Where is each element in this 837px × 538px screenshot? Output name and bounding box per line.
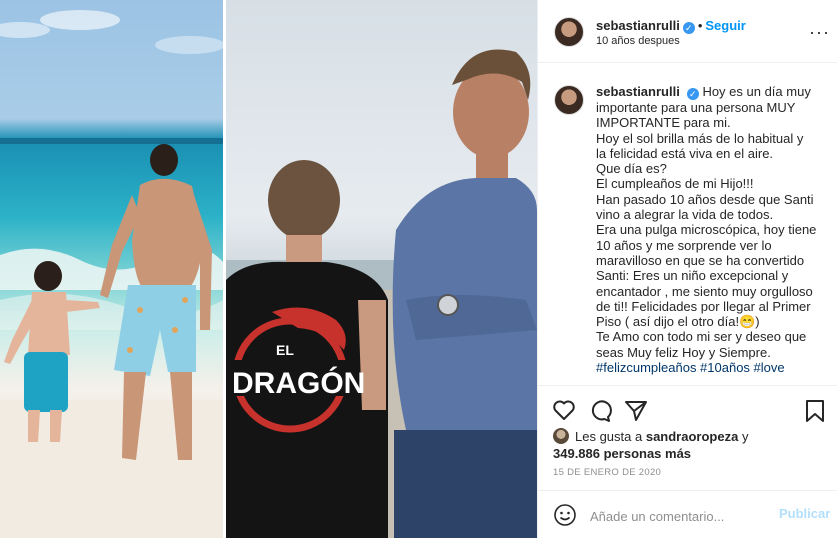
beach-photo: [0, 0, 223, 538]
liker-username[interactable]: sandraoropeza: [646, 429, 738, 444]
comment-input[interactable]: [588, 506, 777, 526]
beach-scene: [0, 10, 223, 538]
post-date[interactable]: 15 DE ENERO DE 2020: [553, 467, 661, 478]
share-icon[interactable]: [624, 399, 648, 428]
username-link[interactable]: sebastianrulli: [596, 18, 680, 33]
caption-line: IMPORTANTE para mi.: [596, 115, 731, 131]
action-bar: [538, 395, 837, 425]
caption-line: Que día es?: [596, 161, 667, 177]
caption-avatar[interactable]: [554, 85, 584, 115]
caption-line: Santi: Eres un niño excepcional y: [596, 268, 789, 284]
caption-line: Era una pulga microscópica, hoy tiene: [596, 222, 817, 238]
publish-button[interactable]: Publicar: [779, 506, 830, 521]
caption-line: Piso ( así dijo el otro día!😁): [596, 314, 760, 330]
caption-line: Hoy es un día muy: [702, 84, 811, 99]
bookmark-icon[interactable]: [804, 399, 826, 428]
caption-line: la felicidad está viva en el aire.: [596, 145, 774, 161]
jersey-text-main: DRAGÓN: [232, 366, 365, 400]
liker-avatar[interactable]: [553, 428, 569, 444]
verified-badge-icon: ✓: [686, 88, 699, 100]
post-image[interactable]: EL DRAGÓN: [0, 0, 537, 538]
portrait-photo: EL DRAGÓN: [226, 0, 537, 538]
caption-line: encantador , me siento muy orgulloso: [596, 283, 813, 299]
header-line: sebastianrulli ✓ • Seguir: [596, 17, 746, 35]
likes-connector: y: [741, 429, 749, 444]
more-options-icon[interactable]: ···: [809, 22, 830, 43]
caption-line: importante para una persona MUY: [596, 100, 796, 115]
emoji-icon[interactable]: [553, 503, 577, 532]
caption-line: Hoy el sol brilla más de lo habitual y: [596, 130, 804, 146]
avatar[interactable]: [554, 17, 584, 47]
post-sidebar: sebastianrulli ✓ • Seguir 10 años despues ·…: [537, 0, 837, 538]
separator-dot: •: [697, 18, 703, 33]
caption-line: El cumpleaños de mi Hijo!!!: [596, 176, 754, 192]
caption-text: sebastianrulli ✓ Hoy es un día muy import…: [596, 84, 828, 375]
caption-line: vino a alegrar la vida de todos.: [596, 207, 774, 223]
heart-icon[interactable]: [552, 399, 576, 426]
follow-button[interactable]: Seguir: [705, 18, 745, 33]
comment-form: Publicar: [538, 490, 837, 538]
caption-line: seas Muy feliz Hoy y Siempre.: [596, 344, 771, 360]
verified-badge-icon: ✓: [682, 22, 695, 34]
caption-line: de ti!! Felicidades por llegar al Primer: [596, 298, 811, 314]
likes-prefix: Les gusta a: [575, 429, 643, 444]
caption-line: 10 años y me sorprende ver lo: [596, 237, 772, 253]
portrait-scene: EL DRAGÓN: [226, 49, 537, 538]
caption-line: maravilloso en que se ha convertido: [596, 252, 805, 268]
likes-summary: Les gusta a sandraoropeza y 349.886 pers…: [553, 428, 748, 462]
post-header: sebastianrulli ✓ • Seguir 10 años despues ·…: [538, 0, 837, 63]
comment-icon[interactable]: [588, 399, 612, 428]
caption-section: sebastianrulli ✓ Hoy es un día muy import…: [538, 63, 837, 386]
caption-username[interactable]: sebastianrulli: [596, 84, 680, 99]
post-location[interactable]: 10 años despues: [596, 35, 680, 47]
likes-count[interactable]: 349.886 personas más: [553, 446, 691, 461]
hashtags-link[interactable]: #felizcumpleaños #10años #love: [596, 360, 828, 375]
jersey-text-top: EL: [276, 342, 294, 358]
caption-line: Te Amo con todo mi ser y deseo que: [596, 329, 807, 345]
caption-line: Han pasado 10 años desde que Santi: [596, 191, 814, 207]
